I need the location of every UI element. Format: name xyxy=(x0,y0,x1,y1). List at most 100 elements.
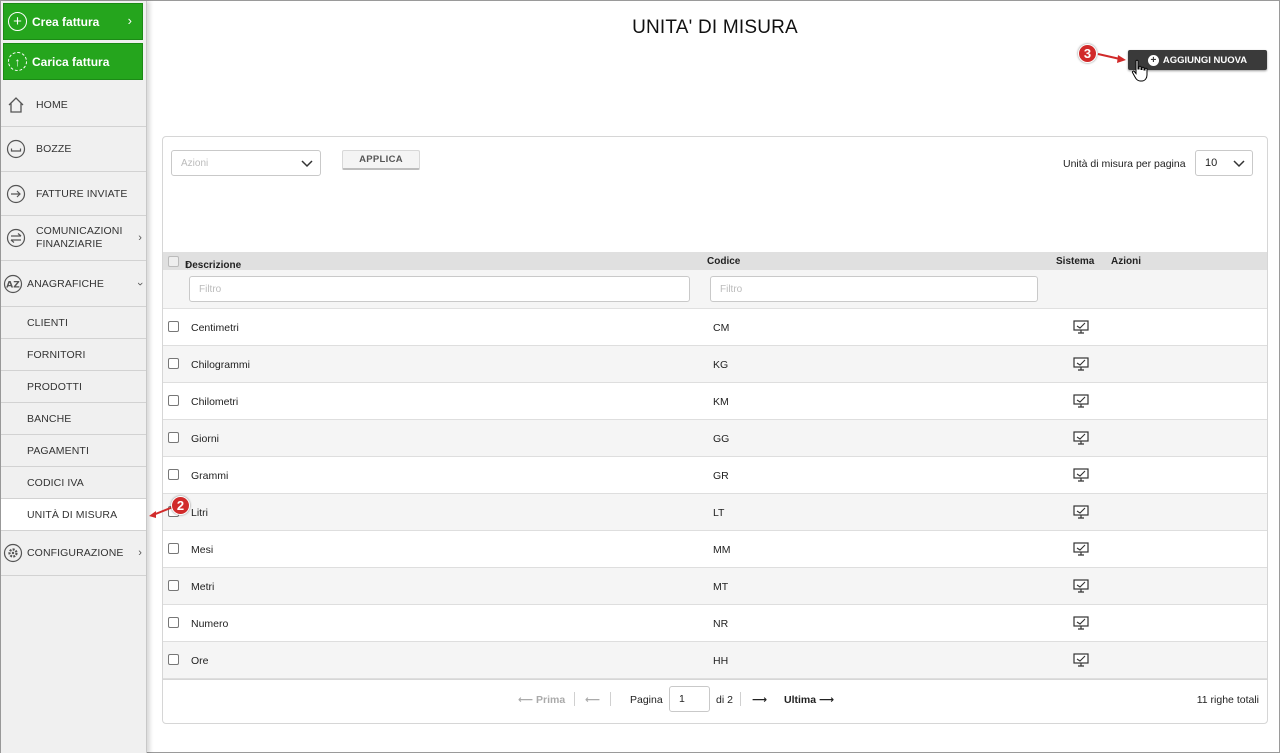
row-checkbox[interactable] xyxy=(168,358,179,369)
row-code: MT xyxy=(713,581,729,593)
sidebar-item-drafts[interactable]: BOZZE xyxy=(1,127,146,172)
annotation-badge: 3 xyxy=(1078,44,1097,63)
row-description: Mesi xyxy=(191,544,214,556)
monitor-check-icon xyxy=(1073,542,1089,556)
row-checkbox[interactable] xyxy=(168,617,179,628)
row-description: Centimetri xyxy=(191,322,239,334)
last-page-label: Ultima xyxy=(784,694,817,706)
monitor-check-icon xyxy=(1073,394,1089,408)
row-code: LT xyxy=(713,507,725,519)
sidebar-item-products[interactable]: PRODOTTI xyxy=(1,371,146,403)
page-number-input[interactable]: 1 xyxy=(669,686,710,712)
column-header-code[interactable]: Codice xyxy=(707,256,740,267)
sidebar-item-label: UNITÀ DI MISURA xyxy=(27,508,118,521)
sidebar-item-payments[interactable]: PAGAMENTI xyxy=(1,435,146,467)
page-label: Pagina xyxy=(630,694,663,706)
home-icon xyxy=(6,95,26,115)
gear-icon xyxy=(3,543,23,563)
last-page-button[interactable]: Ultima ⟶ xyxy=(784,694,834,706)
az-icon: AZ xyxy=(3,274,23,294)
apply-button[interactable]: APPLICA xyxy=(342,150,420,170)
chevron-right-icon: › xyxy=(138,232,142,244)
row-checkbox[interactable] xyxy=(168,395,179,406)
select-all-checkbox[interactable] xyxy=(168,256,179,267)
sidebar-item-label: COMUNICAZIONI FINANZIARIE xyxy=(36,225,122,251)
row-checkbox[interactable] xyxy=(168,654,179,665)
sidebar-item-units-of-measure[interactable]: UNITÀ DI MISURA xyxy=(1,499,146,531)
row-description: Chilometri xyxy=(191,396,239,408)
table-body: Centimetri CM Chilogrammi KG Chilometri KM Gio… xyxy=(163,309,1267,679)
table-row[interactable]: Litri LT xyxy=(163,494,1267,531)
sidebar-item-label: CLIENTI xyxy=(27,316,68,329)
row-checkbox[interactable] xyxy=(168,321,179,332)
column-header-actions: Azioni xyxy=(1111,256,1141,267)
table-row[interactable]: Giorni GG xyxy=(163,420,1267,457)
column-header-system[interactable]: Sistema xyxy=(1056,256,1094,267)
row-code: CM xyxy=(713,322,730,334)
pagination: ⟵ Prima ⟵ Pagina 1 di 2 ⟶ Ultima ⟶ 11 ri… xyxy=(163,679,1267,719)
drafts-icon xyxy=(6,139,26,159)
row-checkbox[interactable] xyxy=(168,580,179,591)
monitor-check-icon xyxy=(1073,505,1089,519)
per-page-value: 10 xyxy=(1205,157,1218,169)
label-line-2: FINANZIARIE xyxy=(36,238,103,250)
monitor-check-icon xyxy=(1073,431,1089,445)
upload-icon: ↑ xyxy=(8,52,27,71)
row-code: MM xyxy=(713,544,731,556)
sidebar-item-registry[interactable]: AZ ANAGRAFICHE › xyxy=(1,261,146,307)
sidebar-item-label: BOZZE xyxy=(36,143,72,155)
row-checkbox[interactable] xyxy=(168,469,179,480)
sidebar-item-label: FATTURE INVIATE xyxy=(36,187,128,200)
sidebar-item-banks[interactable]: BANCHE xyxy=(1,403,146,435)
label-line-1: COMUNICAZIONI xyxy=(36,225,123,237)
sidebar-item-label: FORNITORI xyxy=(27,348,86,361)
sidebar: + Crea fattura › ↑ Carica fattura HOME B… xyxy=(1,1,147,753)
chevron-down-icon xyxy=(1233,160,1245,168)
sidebar-item-label: HOME xyxy=(36,98,68,111)
page-of-label: di 2 xyxy=(716,694,733,706)
sidebar-item-clients[interactable]: CLIENTI xyxy=(1,307,146,339)
sidebar-item-home[interactable]: HOME xyxy=(1,83,146,127)
sidebar-item-configuration[interactable]: CONFIGURAZIONE › xyxy=(1,531,146,576)
per-page-select[interactable]: 10 xyxy=(1195,150,1253,176)
row-code: NR xyxy=(713,618,729,630)
bulk-actions-select[interactable]: Azioni xyxy=(171,150,321,176)
sidebar-item-suppliers[interactable]: FORNITORI xyxy=(1,339,146,371)
monitor-check-icon xyxy=(1073,616,1089,630)
table-row[interactable]: Chilometri KM xyxy=(163,383,1267,420)
chevron-right-icon: › xyxy=(127,13,132,28)
row-checkbox[interactable] xyxy=(168,543,179,554)
table-row[interactable]: Centimetri CM xyxy=(163,309,1267,346)
row-description: Chilogrammi xyxy=(191,359,250,371)
sidebar-item-financial-communications[interactable]: COMUNICAZIONI FINANZIARIE › xyxy=(1,216,146,261)
prev-page-button[interactable]: ⟵ xyxy=(585,694,600,706)
create-invoice-label: Crea fattura xyxy=(32,14,100,29)
table-row[interactable]: Chilogrammi KG xyxy=(163,346,1267,383)
table-row[interactable]: Mesi MM xyxy=(163,531,1267,568)
row-checkbox[interactable] xyxy=(168,432,179,443)
table-header: Descrizione ↑ Codice Sistema Azioni xyxy=(163,252,1267,271)
upload-invoice-button[interactable]: ↑ Carica fattura xyxy=(3,43,143,80)
next-page-button[interactable]: ⟶ xyxy=(752,694,767,706)
row-description: Ore xyxy=(191,655,209,667)
monitor-check-icon xyxy=(1073,468,1089,482)
row-description: Grammi xyxy=(191,470,229,482)
row-code: GG xyxy=(713,433,730,445)
description-filter-input[interactable]: Filtro xyxy=(189,276,690,302)
sidebar-item-vat-codes[interactable]: CODICI IVA xyxy=(1,467,146,499)
sidebar-item-label: PAGAMENTI xyxy=(27,444,89,457)
sidebar-item-label: ANAGRAFICHE xyxy=(27,277,104,290)
table-row[interactable]: Numero NR xyxy=(163,605,1267,642)
chevron-down-icon xyxy=(301,160,313,168)
monitor-check-icon xyxy=(1073,320,1089,334)
sidebar-item-label: CONFIGURAZIONE xyxy=(27,547,124,559)
chevron-right-icon: › xyxy=(138,547,142,559)
first-page-button[interactable]: ⟵ Prima xyxy=(518,694,565,706)
create-invoice-button[interactable]: + Crea fattura › xyxy=(3,3,143,40)
page-title: UNITA' DI MISURA xyxy=(632,17,798,38)
sidebar-item-sent-invoices[interactable]: FATTURE INVIATE xyxy=(1,172,146,216)
table-row[interactable]: Grammi GR xyxy=(163,457,1267,494)
table-row[interactable]: Metri MT xyxy=(163,568,1267,605)
code-filter-input[interactable]: Filtro xyxy=(710,276,1038,302)
table-row[interactable]: Ore HH xyxy=(163,642,1267,679)
